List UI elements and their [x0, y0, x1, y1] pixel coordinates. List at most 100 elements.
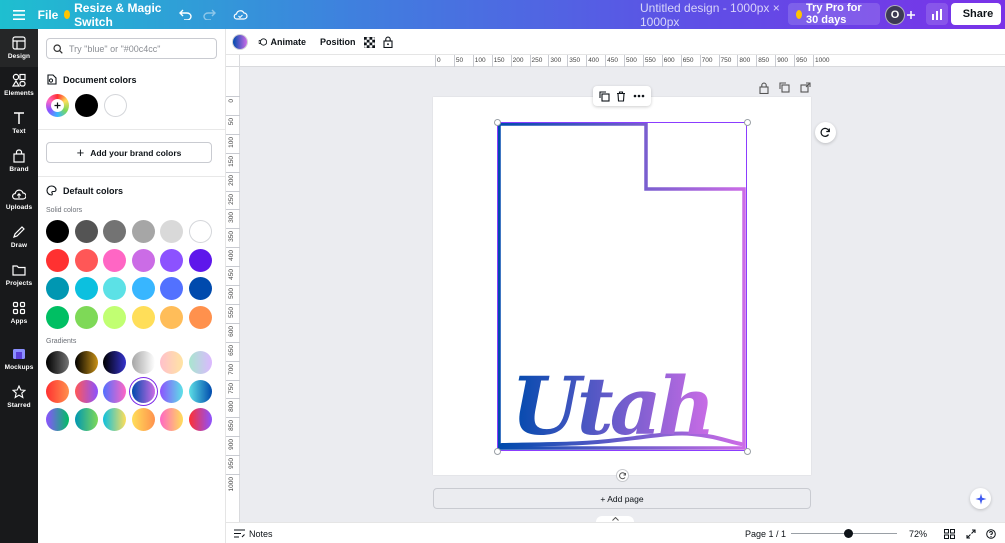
gradient-swatch[interactable] — [74, 408, 98, 432]
rail-item-uploads[interactable]: Uploads — [0, 180, 38, 218]
gradient-swatch[interactable] — [188, 379, 212, 403]
grid-view-button[interactable] — [944, 523, 955, 543]
magic-assistant-button[interactable] — [970, 488, 991, 509]
cloud-save-icon[interactable] — [231, 0, 249, 29]
solid-color-swatch[interactable] — [74, 277, 98, 301]
design-title[interactable]: Untitled design - 1000px × 1000px — [640, 0, 784, 29]
transparency-button[interactable] — [364, 29, 376, 55]
solid-color-swatch[interactable] — [131, 220, 155, 243]
add-color-button[interactable] — [46, 94, 69, 117]
solid-color-swatch[interactable] — [131, 248, 155, 272]
solid-color-swatch[interactable] — [160, 220, 183, 243]
resize-handle[interactable] — [743, 447, 751, 455]
gradient-swatch[interactable] — [160, 408, 183, 432]
page-indicator[interactable]: Page 1 / 1 — [745, 523, 786, 543]
solid-color-swatch[interactable] — [46, 277, 69, 301]
vertical-ruler[interactable]: 0 50 100 150 200 250 300 350 400 450 500 550 600 650 7… — [226, 67, 240, 543]
insights-button[interactable] — [926, 3, 948, 25]
gradient-swatch[interactable] — [74, 379, 98, 403]
solid-color-swatch[interactable] — [46, 248, 69, 272]
file-menu-button[interactable]: File — [36, 0, 60, 29]
solid-color-swatch[interactable] — [160, 306, 183, 330]
rail-item-projects[interactable]: Projects — [0, 256, 38, 294]
share-button[interactable]: Share — [951, 3, 1001, 25]
resize-magic-switch-button[interactable]: Resize & Magic Switch — [64, 0, 162, 29]
add-brand-colors-button[interactable]: + Add your brand colors — [46, 142, 212, 163]
rail-item-brand[interactable]: Brand — [0, 142, 38, 180]
fullscreen-button[interactable] — [966, 523, 976, 543]
gradient-swatch[interactable] — [74, 351, 98, 374]
solid-color-swatch[interactable] — [103, 248, 126, 272]
resize-handle[interactable] — [493, 118, 501, 126]
lock-icon[interactable] — [759, 82, 769, 94]
add-collaborator-button[interactable] — [903, 0, 919, 29]
gradient-swatch[interactable] — [160, 351, 183, 374]
gradient-swatch[interactable] — [46, 379, 69, 403]
gradient-swatch[interactable] — [103, 408, 126, 432]
solid-color-swatch[interactable] — [103, 277, 126, 301]
solid-color-swatch[interactable] — [74, 306, 98, 330]
refresh-button[interactable] — [815, 122, 836, 143]
gradient-swatch[interactable] — [160, 379, 183, 403]
gradient-swatch[interactable] — [46, 351, 69, 374]
rail-item-draw[interactable]: Draw — [0, 218, 38, 256]
rail-item-mockups[interactable]: Mockups — [0, 340, 38, 378]
horizontal-ruler[interactable]: 0 50 100 150 200 250 300 350 400 450 500 550 600 650 7… — [240, 55, 1005, 67]
solid-color-swatch[interactable] — [160, 277, 183, 301]
solid-color-swatch[interactable] — [131, 306, 155, 330]
document-color-swatch[interactable] — [103, 94, 127, 117]
solid-color-swatch[interactable] — [188, 277, 212, 301]
solid-color-swatch[interactable] — [103, 306, 126, 330]
color-search-input[interactable] — [69, 43, 209, 54]
animate-button[interactable]: Animate — [258, 29, 306, 55]
solid-color-swatch[interactable] — [103, 220, 126, 243]
rail-item-starred[interactable]: Starred — [0, 378, 38, 416]
notes-button[interactable]: Notes — [234, 523, 273, 543]
rotate-handle[interactable] — [616, 469, 629, 482]
solid-color-swatch[interactable] — [160, 248, 183, 272]
color-picker-button[interactable] — [230, 29, 250, 55]
solid-color-swatch[interactable] — [188, 220, 212, 243]
solid-color-swatch[interactable] — [74, 248, 98, 272]
position-button[interactable]: Position — [320, 29, 356, 55]
solid-color-swatch[interactable] — [188, 248, 212, 272]
zoom-thumb[interactable] — [844, 529, 853, 538]
rail-item-label: Apps — [10, 318, 28, 325]
add-page-icon[interactable] — [800, 82, 811, 93]
copy-icon[interactable] — [599, 90, 610, 102]
solid-color-swatch[interactable] — [131, 277, 155, 301]
rail-item-text[interactable]: Text — [0, 104, 38, 142]
undo-button[interactable] — [176, 0, 194, 29]
add-page-button[interactable]: + Add page — [433, 488, 811, 509]
lock-button[interactable] — [383, 29, 395, 55]
solid-color-swatch[interactable] — [74, 220, 98, 243]
gradient-swatch[interactable] — [103, 351, 126, 374]
hamburger-icon[interactable] — [10, 0, 28, 29]
zoom-slider[interactable] — [791, 523, 897, 543]
color-search-field[interactable] — [46, 38, 217, 59]
resize-handle[interactable] — [493, 447, 501, 455]
rail-item-apps[interactable]: Apps — [0, 294, 38, 332]
rail-item-elements[interactable]: Elements — [0, 66, 38, 104]
gradient-swatch[interactable] — [131, 379, 155, 403]
gradient-swatch[interactable] — [103, 379, 126, 403]
solid-color-swatch[interactable] — [46, 306, 69, 330]
more-icon[interactable] — [633, 94, 645, 98]
gradient-swatch[interactable] — [131, 408, 155, 432]
rail-item-label: Design — [7, 53, 31, 60]
help-button[interactable] — [986, 523, 996, 543]
try-pro-button[interactable]: Try Pro for 30 days — [788, 2, 880, 26]
solid-color-swatch[interactable] — [46, 220, 69, 243]
trash-icon[interactable] — [616, 90, 626, 102]
document-color-swatch[interactable] — [75, 94, 98, 117]
solid-color-swatch[interactable] — [188, 306, 212, 330]
gradient-swatch[interactable] — [188, 351, 212, 374]
redo-button[interactable] — [200, 0, 218, 29]
gradient-swatch[interactable] — [188, 408, 212, 432]
duplicate-page-icon[interactable] — [779, 82, 790, 93]
resize-handle[interactable] — [743, 118, 751, 126]
zoom-level[interactable]: 72% — [909, 523, 927, 543]
gradient-swatch[interactable] — [46, 408, 69, 432]
rail-item-design[interactable]: Design — [0, 29, 38, 67]
gradient-swatch[interactable] — [131, 351, 155, 374]
